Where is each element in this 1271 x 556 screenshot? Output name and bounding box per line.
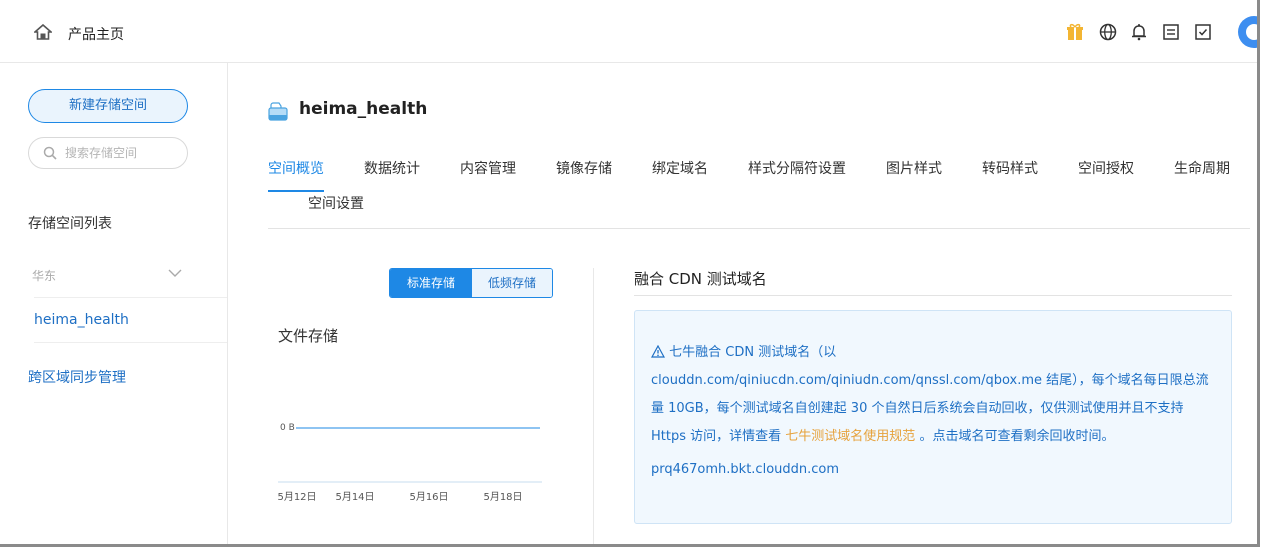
avatar[interactable] — [1238, 16, 1257, 48]
x-tick-label: 5月14日 — [335, 491, 374, 503]
notice-suffix: 。点击域名可查看剩余回收时间。 — [919, 429, 1115, 444]
low-frequency-storage-button[interactable]: 低频存储 — [472, 269, 552, 297]
bucket-search — [28, 137, 188, 169]
tab-transcode[interactable]: 转码样式 — [982, 158, 1038, 178]
storage-type-switch: 标准存储 低频存储 — [389, 268, 553, 298]
document-icon[interactable] — [1162, 23, 1180, 41]
home-link[interactable]: 产品主页 — [68, 24, 124, 44]
storage-chart: 0 B 5月12日 5月14日 5月16日 5月18日 — [277, 423, 542, 503]
top-bar: 产品主页 — [0, 0, 1257, 63]
cdn-notice: 七牛融合 CDN 测试域名（以 clouddn.com/qiniucdn.com… — [634, 310, 1232, 524]
chart-title: 文件存储 — [278, 327, 339, 345]
warning-icon — [651, 345, 665, 358]
home-icon[interactable] — [34, 24, 52, 40]
region-label[interactable]: 华东 — [32, 267, 56, 284]
tab-overview[interactable]: 空间概览 — [268, 158, 324, 178]
y-tick-label: 0 B — [280, 423, 295, 433]
search-input[interactable] — [63, 143, 183, 163]
tab-domains[interactable]: 绑定域名 — [652, 158, 708, 178]
x-tick-label: 5月16日 — [409, 491, 448, 503]
divider — [34, 342, 227, 343]
tab-style-separator[interactable]: 样式分隔符设置 — [748, 158, 846, 178]
bucket-icon — [268, 102, 288, 121]
tab-image-style[interactable]: 图片样式 — [886, 158, 942, 178]
x-tick-label: 5月18日 — [483, 491, 522, 503]
bell-icon[interactable] — [1130, 23, 1148, 41]
globe-icon[interactable] — [1099, 23, 1117, 41]
x-tick-label: 5月12日 — [277, 491, 316, 503]
tab-bar: 空间概览 数据统计 内容管理 镜像存储 绑定域名 样式分隔符设置 图片样式 转码… — [268, 150, 1250, 229]
tab-content[interactable]: 内容管理 — [460, 158, 516, 178]
page-title: heima_health — [299, 99, 428, 119]
tab-statistics[interactable]: 数据统计 — [364, 158, 420, 178]
new-bucket-button[interactable]: 新建存储空间 — [28, 89, 188, 123]
sidebar-item-bucket[interactable]: heima_health — [34, 312, 129, 328]
cdn-section-title: 融合 CDN 测试域名 — [634, 270, 767, 288]
active-tab-indicator — [268, 190, 324, 192]
sidebar: 新建存储空间 存储空间列表 华东 heima_health 跨区域同步管理 — [0, 62, 228, 544]
task-icon[interactable] — [1194, 23, 1212, 41]
cross-region-sync-link[interactable]: 跨区域同步管理 — [28, 367, 126, 387]
app-window: 产品主页 新建存储空间 搜索存储空间 存储空间列表 华东 heima_healt… — [0, 0, 1260, 547]
tab-authorization[interactable]: 空间授权 — [1078, 158, 1134, 178]
search-icon — [43, 146, 57, 160]
test-domain-policy-link[interactable]: 七牛测试域名使用规范 — [785, 429, 915, 444]
tab-lifecycle[interactable]: 生命周期 — [1174, 158, 1230, 178]
tab-settings[interactable]: 空间设置 — [308, 193, 364, 213]
notice-text: 七牛融合 CDN 测试域名（以 clouddn.com/qiniucdn.com… — [651, 339, 1211, 451]
bucket-list-title: 存储空间列表 — [28, 216, 112, 232]
test-domain-link[interactable]: prq467omh.bkt.clouddn.com — [651, 462, 839, 477]
divider — [34, 297, 227, 298]
chevron-down-icon[interactable] — [168, 269, 182, 278]
standard-storage-button[interactable]: 标准存储 — [390, 269, 472, 297]
tab-mirror[interactable]: 镜像存储 — [556, 158, 612, 178]
divider — [634, 295, 1232, 296]
gift-icon[interactable] — [1066, 23, 1084, 41]
panel-divider — [593, 268, 594, 544]
